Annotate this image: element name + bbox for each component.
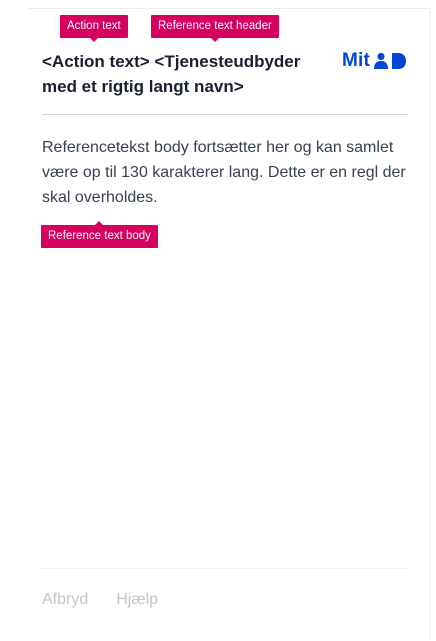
mitid-dialog-panel: [28, 8, 430, 639]
footer-divider: [42, 568, 408, 569]
reference-body-text: Referencetekst body fortsætter her og ka…: [42, 139, 406, 206]
mitid-logo: Mit: [342, 50, 407, 72]
cancel-link[interactable]: Afbryd: [42, 591, 88, 609]
annotation-reference-text-body: Reference text body: [41, 221, 158, 248]
dialog-footer: Afbryd Hjælp: [42, 591, 158, 609]
mitid-logo-text: Mit: [342, 50, 371, 71]
dialog-title: <Action text> <Tjenesteudbyder med et ri…: [42, 52, 301, 96]
dialog-header: <Action text> <Tjenesteudbyder med et ri…: [42, 49, 412, 99]
mitid-logo-icon: [373, 52, 407, 70]
annotation-action-text: Action text: [60, 15, 128, 42]
help-link[interactable]: Hjælp: [116, 591, 158, 609]
header-divider: [42, 114, 408, 115]
annotation-reference-text-header: Reference text header: [151, 15, 279, 42]
